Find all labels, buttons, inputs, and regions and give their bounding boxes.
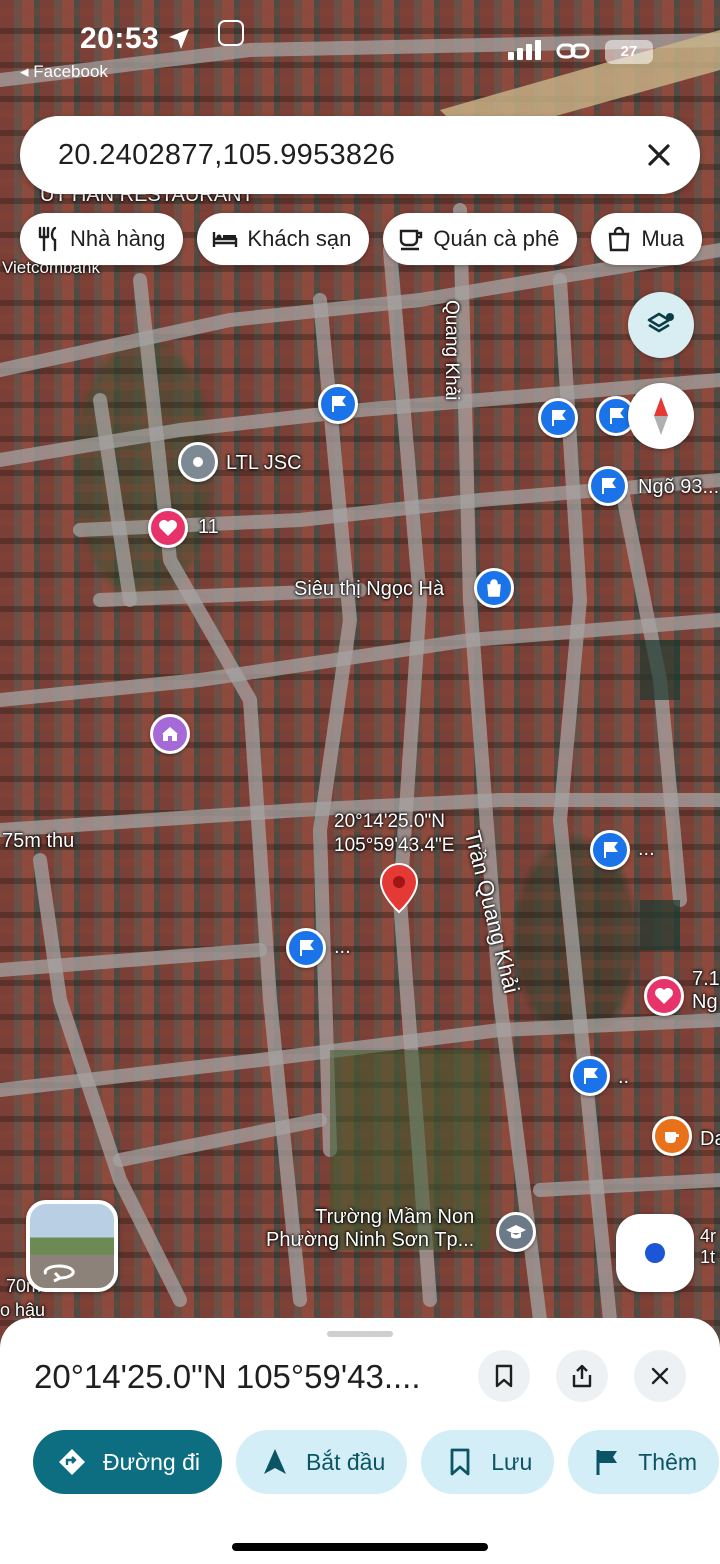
action-buttons-row: Đường đi Bắt đầu Lưu Thêm	[33, 1430, 720, 1494]
close-sheet-button[interactable]	[634, 1350, 686, 1402]
dropped-pin-icon[interactable]	[378, 862, 420, 920]
heart-icon	[159, 520, 177, 536]
graduation-cap-icon	[506, 1225, 526, 1239]
directions-label: Đường đi	[103, 1448, 200, 1475]
poi-label-supermarket[interactable]: Siêu thị Ngọc Hà	[294, 578, 444, 601]
location-dot-icon	[193, 457, 203, 467]
favorite-marker-715[interactable]	[644, 976, 684, 1016]
my-location-icon	[645, 1243, 665, 1263]
add-label-text: Thêm	[638, 1448, 698, 1475]
supermarket-marker[interactable]	[474, 568, 514, 608]
flag-icon	[596, 1450, 618, 1475]
directions-button[interactable]: Đường đi	[33, 1430, 222, 1494]
poi-label-715[interactable]: 7.15 Ng	[692, 968, 720, 1014]
poi-label-school[interactable]: Trường Mầm Non Phường Ninh Sơn Tp...	[266, 1206, 474, 1252]
poi-label-ngo93[interactable]: Ngõ 93...	[638, 476, 719, 499]
location-arrow-icon	[169, 29, 189, 49]
cellular-signal-icon	[508, 40, 541, 60]
street-label-quang-khai: Quang Khải	[441, 300, 462, 401]
compass-icon	[654, 397, 668, 435]
coffee-cup-icon	[665, 1132, 679, 1143]
street-view-rotate-icon	[43, 1264, 75, 1283]
favorite-marker-11[interactable]	[148, 508, 188, 548]
compass-button[interactable]	[628, 383, 694, 449]
heart-icon	[655, 988, 673, 1004]
chip-cafes[interactable]: Quán cà phê	[383, 213, 578, 265]
coffee-cup-icon	[400, 229, 423, 251]
layers-icon	[647, 312, 674, 333]
parking-marker[interactable]	[538, 398, 578, 438]
save-button[interactable]: Lưu	[421, 1430, 555, 1494]
parking-flag-icon	[332, 396, 346, 412]
chip-label: Nhà hàng	[70, 226, 166, 251]
chip-label: Khách sạn	[247, 226, 352, 251]
place-title: 20°14'25.0"N 105°59'43....	[34, 1358, 421, 1395]
sheet-drag-handle[interactable]	[327, 1331, 393, 1337]
parking-flag-icon	[604, 842, 618, 858]
my-location-button[interactable]	[616, 1214, 694, 1292]
parking-marker[interactable]	[570, 1056, 610, 1096]
distance-label-75m: 75m thu	[2, 830, 75, 852]
start-navigation-button[interactable]: Bắt đầu	[235, 1430, 408, 1494]
chip-shopping[interactable]: Mua	[591, 213, 703, 265]
shopping-bag-icon	[609, 226, 630, 252]
street-view-thumbnail[interactable]	[26, 1200, 118, 1292]
fork-knife-icon	[38, 226, 57, 252]
dropped-pin-longitude: 105°59'43.4"E	[334, 834, 455, 856]
chip-label: Mua	[641, 226, 685, 251]
bookmark-icon	[450, 1448, 470, 1476]
parking-flag-icon	[584, 1068, 598, 1084]
status-bar: 20:53 ◂ Facebook 27	[0, 0, 720, 90]
poi-label-ltl[interactable]: LTL JSC	[226, 452, 302, 475]
search-query-text[interactable]: 20.2402877,105.9953826	[58, 139, 395, 172]
poi-label-ellipsis: ...	[334, 936, 351, 958]
add-label-button[interactable]: Thêm	[568, 1430, 720, 1494]
parking-flag-icon	[602, 478, 616, 494]
parking-flag-icon	[300, 940, 314, 956]
poi-label-ellipsis: ...	[638, 838, 655, 860]
parking-marker[interactable]	[590, 830, 630, 870]
temple-marker[interactable]	[150, 714, 190, 754]
place-marker-ltl[interactable]	[178, 442, 218, 482]
parking-marker-ngo93[interactable]	[588, 466, 628, 506]
search-bar[interactable]: 20.2402877,105.9953826	[20, 116, 700, 194]
close-icon[interactable]	[640, 136, 678, 174]
parking-marker[interactable]	[286, 928, 326, 968]
chip-restaurants[interactable]: Nhà hàng	[20, 213, 184, 265]
map-layers-button[interactable]	[628, 292, 694, 358]
dropped-pin-latitude: 20°14'25.0"N	[334, 811, 445, 832]
chip-hotels[interactable]: Khách sạn	[197, 213, 370, 265]
clock: 20:53	[80, 22, 160, 55]
close-icon	[651, 1367, 669, 1385]
chip-label: Quán cà phê	[433, 226, 560, 251]
bed-icon	[213, 232, 238, 247]
navigation-arrow-icon	[263, 1449, 286, 1474]
share-icon	[572, 1364, 592, 1388]
poi-label-11[interactable]: 11	[198, 516, 219, 539]
cafe-marker[interactable]	[652, 1116, 692, 1156]
school-marker[interactable]	[496, 1212, 536, 1252]
save-bookmark-button[interactable]	[478, 1350, 530, 1402]
home-indicator[interactable]	[232, 1543, 488, 1551]
battery-indicator: 27	[605, 40, 653, 64]
directions-icon	[59, 1449, 85, 1475]
back-to-app-link[interactable]: ◂ Facebook	[20, 62, 108, 82]
link-icon	[556, 43, 590, 59]
dropped-pin-coordinates: 20°14'25.0"N 105°59'43.4"E	[334, 810, 454, 858]
parking-marker[interactable]	[318, 384, 358, 424]
parking-flag-icon	[610, 408, 624, 424]
share-button[interactable]	[556, 1350, 608, 1402]
poi-label-right-edge: 4r 1t	[700, 1226, 717, 1267]
bus-icon	[218, 20, 244, 46]
poi-label-ellipsis: ..	[618, 1066, 630, 1088]
start-label: Bắt đầu	[305, 1448, 386, 1475]
parking-flag-icon	[552, 410, 566, 426]
place-bottom-sheet[interactable]: 20°14'25.0"N 105°59'43.... Đường đi Bắt …	[0, 1318, 720, 1564]
category-chips: Nhà hàng Khách sạn Quán cà phê Mua	[20, 213, 703, 265]
temple-icon	[162, 727, 178, 741]
save-label: Lưu	[491, 1448, 533, 1475]
poi-label-cafe[interactable]: Da	[700, 1128, 720, 1151]
shopping-bag-icon	[487, 579, 501, 597]
bookmark-icon	[495, 1364, 513, 1388]
